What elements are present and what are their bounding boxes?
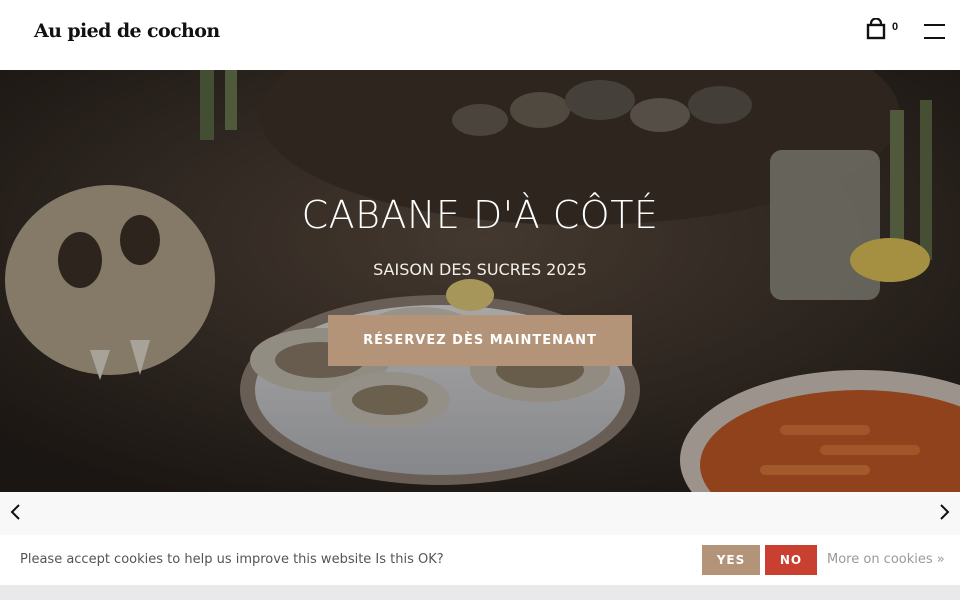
chevron-left-icon[interactable] (6, 502, 26, 522)
chevron-right-icon[interactable] (934, 502, 954, 522)
hamburger-menu-icon[interactable] (924, 24, 946, 40)
cart-button[interactable]: 0 (866, 18, 906, 42)
site-header: Au pied de cochon 0 (0, 0, 960, 70)
more-on-cookies-link[interactable]: More on cookies » (827, 552, 945, 567)
decline-cookies-button[interactable]: NO (765, 545, 817, 575)
cookie-consent-bar: Please accept cookies to help us improve… (0, 535, 960, 585)
accept-cookies-button[interactable]: YES (702, 545, 760, 575)
cookie-message: Please accept cookies to help us improve… (20, 552, 444, 567)
reserve-now-button[interactable]: RÉSERVEZ DÈS MAINTENANT (328, 315, 632, 366)
hero-subtitle: SAISON DES SUCRES 2025 (373, 260, 587, 279)
shopping-bag-icon (866, 18, 886, 40)
hero-slide: CABANE D'À CÔTÉ SAISON DES SUCRES 2025 R… (0, 70, 960, 492)
hero-overlay (0, 70, 960, 492)
hero-title: CABANE D'À CÔTÉ (301, 193, 659, 237)
slider-controls (0, 492, 960, 535)
page-bottom-strip (0, 585, 960, 600)
site-logo[interactable]: Au pied de cochon (34, 20, 220, 42)
cart-count: 0 (892, 21, 899, 33)
